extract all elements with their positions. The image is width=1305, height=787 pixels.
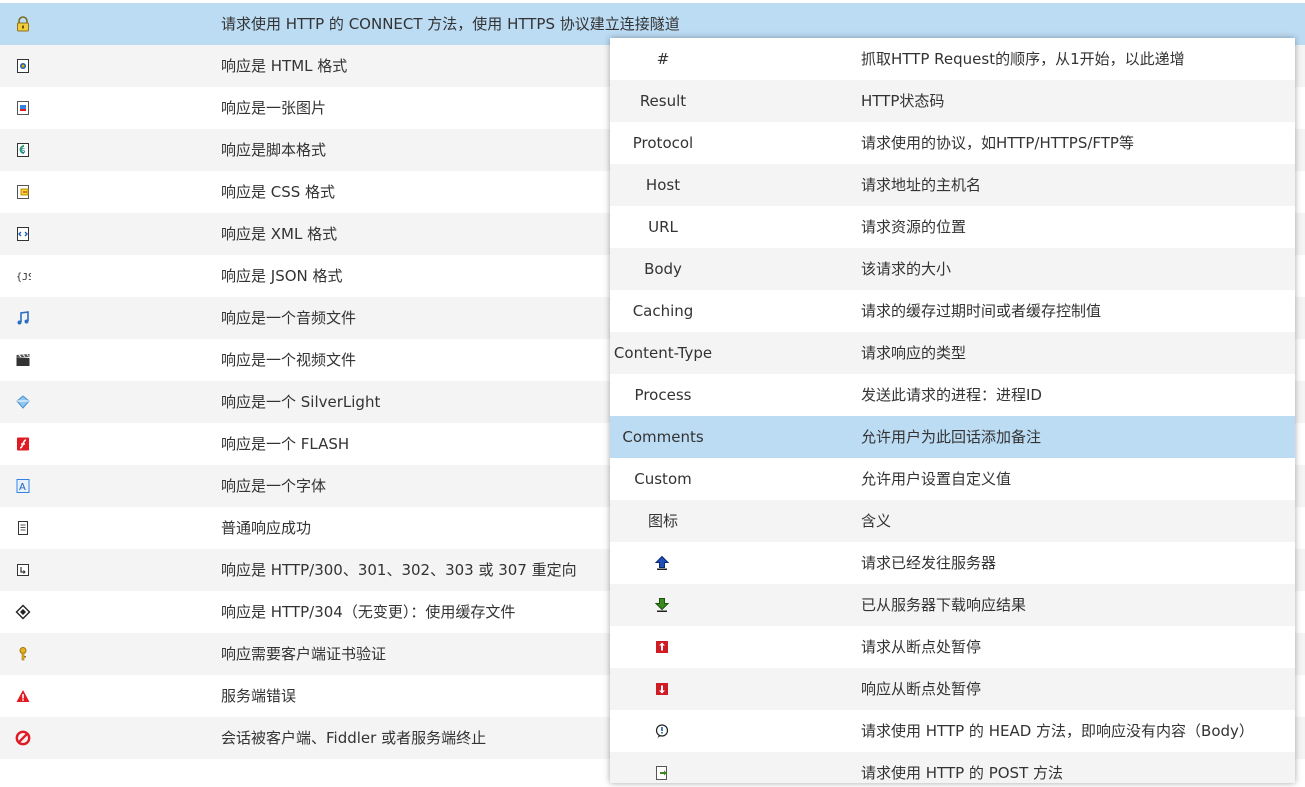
- legend-description: 响应是脚本格式: [221, 141, 327, 159]
- video-clapper-icon: [15, 352, 31, 368]
- svg-text:{JS}: {JS}: [16, 272, 31, 283]
- prohibited-icon: [15, 730, 31, 746]
- warning-triangle-icon: [15, 688, 31, 704]
- column-name: Body: [644, 260, 682, 278]
- column-name: URL: [648, 218, 678, 236]
- column-description: 抓取HTTP Request的顺序，从1开始，以此递增: [861, 50, 1185, 68]
- column-name: Result: [639, 92, 687, 110]
- cache-diamond-icon: [15, 604, 31, 620]
- column-description: 该请求的大小: [861, 260, 952, 278]
- column-description: 请求已经发往服务器: [861, 554, 997, 572]
- html-document-icon: [15, 58, 31, 74]
- head-method-icon: [654, 723, 670, 739]
- column-legend-row: Result HTTP状态码: [610, 80, 1295, 122]
- legend-description: 响应是 JSON 格式: [221, 267, 343, 285]
- column-name: Caching: [632, 302, 694, 320]
- column-legend-row: Comments 允许用户为此回话添加备注: [610, 416, 1295, 458]
- json-icon: {JS}: [15, 268, 31, 284]
- column-name: 图标: [647, 512, 678, 530]
- column-description: 请求使用 HTTP 的 HEAD 方法，即响应没有内容（Body）: [861, 722, 1254, 740]
- legend-description: 响应是一个视频文件: [221, 351, 357, 369]
- column-description: 请求地址的主机名: [861, 176, 982, 194]
- post-method-icon: [654, 765, 670, 781]
- legend-description: 响应是 CSS 格式: [221, 183, 336, 201]
- xml-file-icon: [15, 226, 31, 242]
- column-legend-row: URL 请求资源的位置: [610, 206, 1295, 248]
- legend-description: 响应是 HTML 格式: [221, 57, 348, 75]
- upload-arrow-icon: [654, 555, 670, 571]
- legend-description: 普通响应成功: [221, 519, 312, 537]
- column-description: 已从服务器下载响应结果: [861, 596, 1027, 614]
- music-note-icon: [15, 310, 31, 326]
- column-description: 请求的缓存过期时间或者缓存控制值: [861, 302, 1102, 320]
- legend-description: 响应是一个 SilverLight: [221, 393, 381, 411]
- column-description: 响应从断点处暂停: [861, 680, 982, 698]
- column-name: #: [656, 50, 670, 68]
- column-name: Host: [645, 176, 681, 194]
- legend-description: 服务端错误: [221, 687, 297, 705]
- column-legend-row: 请求从断点处暂停: [610, 626, 1295, 668]
- column-description: HTTP状态码: [861, 92, 945, 110]
- download-arrow-icon: [654, 597, 670, 613]
- column-legend-row: Content-Type 请求响应的类型: [610, 332, 1295, 374]
- column-legend-row: Protocol 请求使用的协议，如HTTP/HTTPS/FTP等: [610, 122, 1295, 164]
- column-legend-row: Process 发送此请求的进程：进程ID: [610, 374, 1295, 416]
- column-name: Process: [634, 386, 692, 404]
- column-legend-row: 请求已经发往服务器: [610, 542, 1295, 584]
- image-file-icon: [15, 100, 31, 116]
- css-file-icon: [15, 184, 31, 200]
- column-description: 含义: [861, 512, 892, 530]
- column-legend-row: 请求使用 HTTP 的 HEAD 方法，即响应没有内容（Body）: [610, 710, 1295, 752]
- key-icon: [15, 646, 31, 662]
- column-legend-row: Caching 请求的缓存过期时间或者缓存控制值: [610, 290, 1295, 332]
- redirect-icon: [15, 562, 31, 578]
- legend-description: 响应是 HTTP/300、301、302、303 或 307 重定向: [221, 561, 577, 579]
- column-name: Comments: [622, 428, 704, 446]
- svg-text:A: A: [19, 482, 26, 493]
- column-description: 发送此请求的进程：进程ID: [861, 386, 1042, 404]
- column-legend-row: 已从服务器下载响应结果: [610, 584, 1295, 626]
- lock-icon: [15, 16, 31, 32]
- column-description: 请求使用 HTTP 的 POST 方法: [861, 764, 1063, 782]
- silverlight-icon: [15, 394, 31, 410]
- column-description: 允许用户为此回话添加备注: [861, 428, 1042, 446]
- response-breakpoint-icon: [654, 681, 670, 697]
- column-legend-row: 请求使用 HTTP 的 POST 方法: [610, 752, 1295, 783]
- column-legend-row: Host 请求地址的主机名: [610, 164, 1295, 206]
- flash-icon: [15, 436, 31, 452]
- column-name: Content-Type: [613, 344, 713, 362]
- column-name: Protocol: [632, 134, 694, 152]
- plain-document-icon: [15, 520, 31, 536]
- legend-description: 响应是一张图片: [221, 99, 327, 117]
- column-description: 请求从断点处暂停: [861, 638, 982, 656]
- legend-description: 会话被客户端、Fiddler 或者服务端终止: [221, 729, 487, 747]
- column-legend-row: Custom 允许用户设置自定义值: [610, 458, 1295, 500]
- request-breakpoint-icon: [654, 639, 670, 655]
- legend-description: 响应是一个字体: [221, 477, 327, 495]
- font-file-icon: A: [15, 478, 31, 494]
- column-description: 允许用户设置自定义值: [861, 470, 1012, 488]
- legend-description: 响应需要客户端证书验证: [221, 645, 387, 663]
- column-legend-popup: # 抓取HTTP Request的顺序，从1开始，以此递增 Result HTTP状态…: [610, 38, 1295, 783]
- column-legend-row: 图标 含义: [610, 500, 1295, 542]
- legend-description: 响应是一个音频文件: [221, 309, 357, 327]
- legend-description: 响应是 HTTP/304（无变更）：使用缓存文件: [221, 603, 516, 621]
- legend-description: 响应是一个 FLASH: [221, 435, 350, 453]
- script-file-icon: S: [15, 142, 31, 158]
- column-legend-row: # 抓取HTTP Request的顺序，从1开始，以此递增: [610, 38, 1295, 80]
- column-description: 请求使用的协议，如HTTP/HTTPS/FTP等: [861, 134, 1134, 152]
- legend-description: 响应是 XML 格式: [221, 225, 338, 243]
- column-legend-row: 响应从断点处暂停: [610, 668, 1295, 710]
- column-description: 请求响应的类型: [861, 344, 967, 362]
- column-description: 请求资源的位置: [861, 218, 967, 236]
- column-legend-row: Body 该请求的大小: [610, 248, 1295, 290]
- svg-text:S: S: [21, 147, 26, 155]
- column-name: Custom: [634, 470, 692, 488]
